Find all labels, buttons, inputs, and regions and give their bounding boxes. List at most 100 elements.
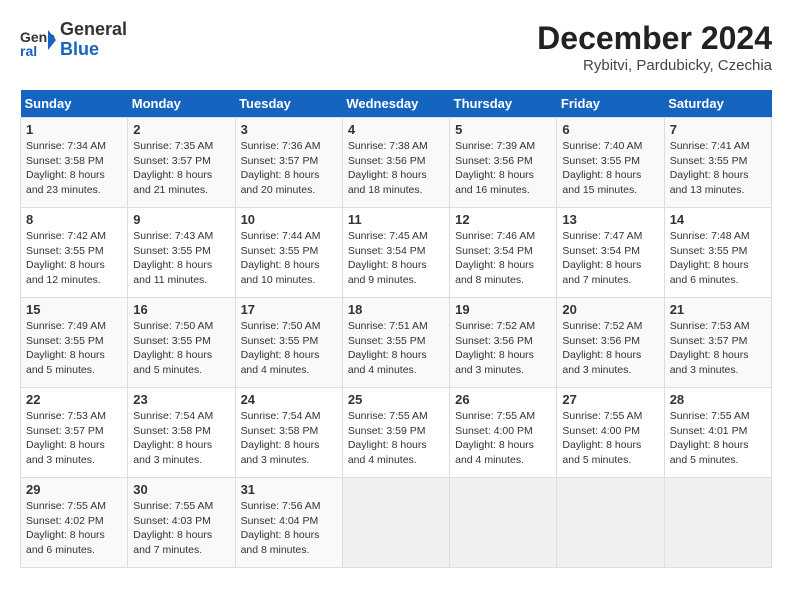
day-number: 5: [455, 122, 551, 137]
calendar-cell: 22 Sunrise: 7:53 AMSunset: 3:57 PMDaylig…: [21, 388, 128, 478]
day-info: Sunrise: 7:45 AMSunset: 3:54 PMDaylight:…: [348, 229, 444, 288]
day-number: 15: [26, 302, 122, 317]
day-number: 24: [241, 392, 337, 407]
day-number: 25: [348, 392, 444, 407]
day-number: 1: [26, 122, 122, 137]
calendar-cell: [664, 478, 771, 568]
day-number: 2: [133, 122, 229, 137]
calendar-cell: 8 Sunrise: 7:42 AMSunset: 3:55 PMDayligh…: [21, 208, 128, 298]
day-number: 19: [455, 302, 551, 317]
logo: Gene ral General Blue: [20, 20, 127, 60]
day-info: Sunrise: 7:43 AMSunset: 3:55 PMDaylight:…: [133, 229, 229, 288]
day-info: Sunrise: 7:55 AMSunset: 4:00 PMDaylight:…: [562, 409, 658, 468]
calendar-cell: 18 Sunrise: 7:51 AMSunset: 3:55 PMDaylig…: [342, 298, 449, 388]
calendar-cell: 24 Sunrise: 7:54 AMSunset: 3:58 PMDaylig…: [235, 388, 342, 478]
day-info: Sunrise: 7:55 AMSunset: 4:03 PMDaylight:…: [133, 499, 229, 558]
calendar-cell: 27 Sunrise: 7:55 AMSunset: 4:00 PMDaylig…: [557, 388, 664, 478]
logo-icon: Gene ral: [20, 22, 56, 58]
calendar-week-row: 15 Sunrise: 7:49 AMSunset: 3:55 PMDaylig…: [21, 298, 772, 388]
calendar-cell: 1 Sunrise: 7:34 AMSunset: 3:58 PMDayligh…: [21, 118, 128, 208]
day-number: 23: [133, 392, 229, 407]
day-info: Sunrise: 7:52 AMSunset: 3:56 PMDaylight:…: [455, 319, 551, 378]
day-info: Sunrise: 7:53 AMSunset: 3:57 PMDaylight:…: [670, 319, 766, 378]
day-info: Sunrise: 7:50 AMSunset: 3:55 PMDaylight:…: [133, 319, 229, 378]
calendar-cell: 13 Sunrise: 7:47 AMSunset: 3:54 PMDaylig…: [557, 208, 664, 298]
day-info: Sunrise: 7:39 AMSunset: 3:56 PMDaylight:…: [455, 139, 551, 198]
calendar-week-row: 1 Sunrise: 7:34 AMSunset: 3:58 PMDayligh…: [21, 118, 772, 208]
page-header: Gene ral General Blue December 2024 Rybi…: [20, 20, 772, 74]
calendar-cell: 16 Sunrise: 7:50 AMSunset: 3:55 PMDaylig…: [128, 298, 235, 388]
day-number: 7: [670, 122, 766, 137]
day-number: 13: [562, 212, 658, 227]
logo-text-general: General: [60, 19, 127, 39]
svg-text:ral: ral: [20, 43, 37, 58]
day-number: 8: [26, 212, 122, 227]
logo-text-blue: Blue: [60, 39, 99, 59]
calendar-cell: 25 Sunrise: 7:55 AMSunset: 3:59 PMDaylig…: [342, 388, 449, 478]
col-header-saturday: Saturday: [664, 90, 771, 118]
calendar-week-row: 8 Sunrise: 7:42 AMSunset: 3:55 PMDayligh…: [21, 208, 772, 298]
calendar-cell: 4 Sunrise: 7:38 AMSunset: 3:56 PMDayligh…: [342, 118, 449, 208]
day-info: Sunrise: 7:55 AMSunset: 4:01 PMDaylight:…: [670, 409, 766, 468]
calendar-cell: 19 Sunrise: 7:52 AMSunset: 3:56 PMDaylig…: [450, 298, 557, 388]
day-number: 28: [670, 392, 766, 407]
calendar-cell: 6 Sunrise: 7:40 AMSunset: 3:55 PMDayligh…: [557, 118, 664, 208]
col-header-wednesday: Wednesday: [342, 90, 449, 118]
day-info: Sunrise: 7:34 AMSunset: 3:58 PMDaylight:…: [26, 139, 122, 198]
day-info: Sunrise: 7:55 AMSunset: 4:02 PMDaylight:…: [26, 499, 122, 558]
col-header-sunday: Sunday: [21, 90, 128, 118]
day-info: Sunrise: 7:46 AMSunset: 3:54 PMDaylight:…: [455, 229, 551, 288]
day-info: Sunrise: 7:40 AMSunset: 3:55 PMDaylight:…: [562, 139, 658, 198]
calendar-cell: 2 Sunrise: 7:35 AMSunset: 3:57 PMDayligh…: [128, 118, 235, 208]
calendar-cell: [450, 478, 557, 568]
calendar-cell: 17 Sunrise: 7:50 AMSunset: 3:55 PMDaylig…: [235, 298, 342, 388]
day-info: Sunrise: 7:52 AMSunset: 3:56 PMDaylight:…: [562, 319, 658, 378]
calendar-cell: 9 Sunrise: 7:43 AMSunset: 3:55 PMDayligh…: [128, 208, 235, 298]
day-number: 20: [562, 302, 658, 317]
day-info: Sunrise: 7:55 AMSunset: 4:00 PMDaylight:…: [455, 409, 551, 468]
day-number: 6: [562, 122, 658, 137]
day-info: Sunrise: 7:36 AMSunset: 3:57 PMDaylight:…: [241, 139, 337, 198]
day-info: Sunrise: 7:38 AMSunset: 3:56 PMDaylight:…: [348, 139, 444, 198]
day-number: 12: [455, 212, 551, 227]
day-number: 22: [26, 392, 122, 407]
calendar-cell: 14 Sunrise: 7:48 AMSunset: 3:55 PMDaylig…: [664, 208, 771, 298]
day-number: 27: [562, 392, 658, 407]
day-number: 16: [133, 302, 229, 317]
calendar-cell: 15 Sunrise: 7:49 AMSunset: 3:55 PMDaylig…: [21, 298, 128, 388]
calendar-cell: 26 Sunrise: 7:55 AMSunset: 4:00 PMDaylig…: [450, 388, 557, 478]
day-number: 4: [348, 122, 444, 137]
day-info: Sunrise: 7:54 AMSunset: 3:58 PMDaylight:…: [241, 409, 337, 468]
day-info: Sunrise: 7:55 AMSunset: 3:59 PMDaylight:…: [348, 409, 444, 468]
calendar-cell: 5 Sunrise: 7:39 AMSunset: 3:56 PMDayligh…: [450, 118, 557, 208]
day-info: Sunrise: 7:49 AMSunset: 3:55 PMDaylight:…: [26, 319, 122, 378]
calendar-cell: 28 Sunrise: 7:55 AMSunset: 4:01 PMDaylig…: [664, 388, 771, 478]
calendar-cell: 23 Sunrise: 7:54 AMSunset: 3:58 PMDaylig…: [128, 388, 235, 478]
day-info: Sunrise: 7:56 AMSunset: 4:04 PMDaylight:…: [241, 499, 337, 558]
calendar-cell: 10 Sunrise: 7:44 AMSunset: 3:55 PMDaylig…: [235, 208, 342, 298]
day-number: 29: [26, 482, 122, 497]
day-info: Sunrise: 7:47 AMSunset: 3:54 PMDaylight:…: [562, 229, 658, 288]
col-header-friday: Friday: [557, 90, 664, 118]
day-number: 11: [348, 212, 444, 227]
day-number: 9: [133, 212, 229, 227]
calendar-cell: 29 Sunrise: 7:55 AMSunset: 4:02 PMDaylig…: [21, 478, 128, 568]
calendar-cell: 21 Sunrise: 7:53 AMSunset: 3:57 PMDaylig…: [664, 298, 771, 388]
calendar-cell: 20 Sunrise: 7:52 AMSunset: 3:56 PMDaylig…: [557, 298, 664, 388]
calendar-week-row: 22 Sunrise: 7:53 AMSunset: 3:57 PMDaylig…: [21, 388, 772, 478]
title-block: December 2024 Rybitvi, Pardubicky, Czech…: [537, 20, 772, 74]
day-number: 14: [670, 212, 766, 227]
calendar-cell: [557, 478, 664, 568]
col-header-tuesday: Tuesday: [235, 90, 342, 118]
day-info: Sunrise: 7:41 AMSunset: 3:55 PMDaylight:…: [670, 139, 766, 198]
day-info: Sunrise: 7:51 AMSunset: 3:55 PMDaylight:…: [348, 319, 444, 378]
day-number: 3: [241, 122, 337, 137]
day-number: 10: [241, 212, 337, 227]
calendar-cell: 12 Sunrise: 7:46 AMSunset: 3:54 PMDaylig…: [450, 208, 557, 298]
calendar-week-row: 29 Sunrise: 7:55 AMSunset: 4:02 PMDaylig…: [21, 478, 772, 568]
calendar-cell: 11 Sunrise: 7:45 AMSunset: 3:54 PMDaylig…: [342, 208, 449, 298]
location: Rybitvi, Pardubicky, Czechia: [537, 57, 772, 74]
day-number: 18: [348, 302, 444, 317]
col-header-thursday: Thursday: [450, 90, 557, 118]
col-header-monday: Monday: [128, 90, 235, 118]
